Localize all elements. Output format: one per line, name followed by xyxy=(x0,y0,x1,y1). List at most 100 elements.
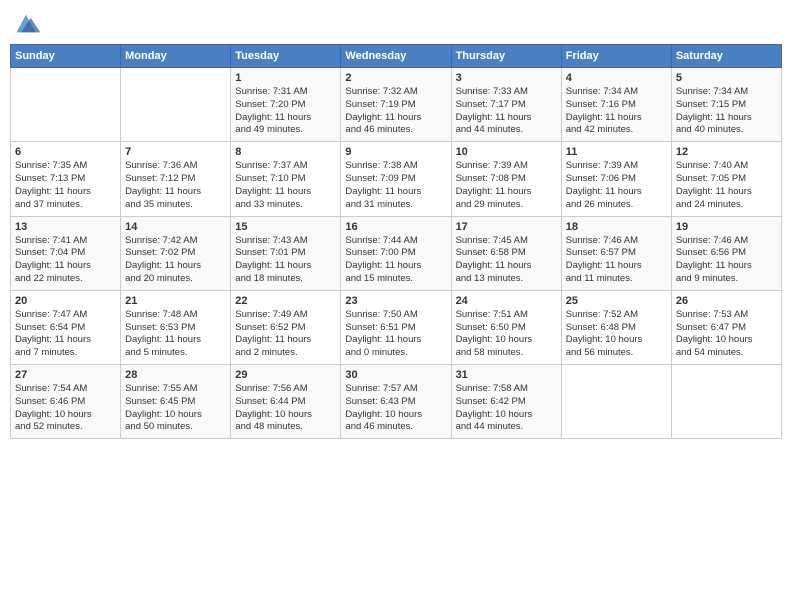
logo xyxy=(10,10,46,38)
cell-content: Sunrise: 7:46 AM Sunset: 6:57 PM Dayligh… xyxy=(566,235,667,286)
day-number: 6 xyxy=(15,146,116,158)
day-number: 29 xyxy=(235,369,336,381)
calendar-cell: 22 Sunrise: 7:49 AM Sunset: 6:52 PM Dayli… xyxy=(231,290,341,364)
calendar-cell: 21 Sunrise: 7:48 AM Sunset: 6:53 PM Dayli… xyxy=(121,290,231,364)
day-number: 20 xyxy=(15,295,116,307)
day-number: 30 xyxy=(345,369,446,381)
calendar-cell: 15 Sunrise: 7:43 AM Sunset: 7:01 PM Dayli… xyxy=(231,216,341,290)
day-number: 26 xyxy=(676,295,777,307)
day-header: Friday xyxy=(561,45,671,68)
calendar-cell xyxy=(561,365,671,439)
cell-content: Sunrise: 7:39 AM Sunset: 7:08 PM Dayligh… xyxy=(456,160,557,211)
calendar-cell: 23 Sunrise: 7:50 AM Sunset: 6:51 PM Dayli… xyxy=(341,290,451,364)
cell-content: Sunrise: 7:56 AM Sunset: 6:44 PM Dayligh… xyxy=(235,383,336,434)
day-header: Sunday xyxy=(11,45,121,68)
cell-content: Sunrise: 7:38 AM Sunset: 7:09 PM Dayligh… xyxy=(345,160,446,211)
cell-content: Sunrise: 7:55 AM Sunset: 6:45 PM Dayligh… xyxy=(125,383,226,434)
calendar-week-row: 27 Sunrise: 7:54 AM Sunset: 6:46 PM Dayli… xyxy=(11,365,782,439)
cell-content: Sunrise: 7:51 AM Sunset: 6:50 PM Dayligh… xyxy=(456,309,557,360)
calendar-week-row: 13Sunrise: 7:41 AM Sunset: 7:04 PM Dayli… xyxy=(11,216,782,290)
cell-content: Sunrise: 7:50 AM Sunset: 6:51 PM Dayligh… xyxy=(345,309,446,360)
day-number: 18 xyxy=(566,221,667,233)
cell-content: Sunrise: 7:35 AM Sunset: 7:13 PM Dayligh… xyxy=(15,160,116,211)
day-number: 11 xyxy=(566,146,667,158)
cell-content: Sunrise: 7:46 AM Sunset: 6:56 PM Dayligh… xyxy=(676,235,777,286)
cell-content: Sunrise: 7:39 AM Sunset: 7:06 PM Dayligh… xyxy=(566,160,667,211)
cell-content: Sunrise: 7:43 AM Sunset: 7:01 PM Dayligh… xyxy=(235,235,336,286)
cell-content: Sunrise: 7:44 AM Sunset: 7:00 PM Dayligh… xyxy=(345,235,446,286)
day-number: 31 xyxy=(456,369,557,381)
cell-content: Sunrise: 7:48 AM Sunset: 6:53 PM Dayligh… xyxy=(125,309,226,360)
day-number: 16 xyxy=(345,221,446,233)
calendar-cell: 19 Sunrise: 7:46 AM Sunset: 6:56 PM Dayli… xyxy=(671,216,781,290)
day-number: 27 xyxy=(15,369,116,381)
cell-content: Sunrise: 7:31 AM Sunset: 7:20 PM Dayligh… xyxy=(235,86,336,137)
day-header: Thursday xyxy=(451,45,561,68)
calendar-cell: 9 Sunrise: 7:38 AM Sunset: 7:09 PM Daylig… xyxy=(341,142,451,216)
calendar-cell: 6 Sunrise: 7:35 AM Sunset: 7:13 PM Daylig… xyxy=(11,142,121,216)
cell-content: Sunrise: 7:36 AM Sunset: 7:12 PM Dayligh… xyxy=(125,160,226,211)
day-number: 15 xyxy=(235,221,336,233)
cell-content: Sunrise: 7:42 AM Sunset: 7:02 PM Dayligh… xyxy=(125,235,226,286)
calendar-cell xyxy=(671,365,781,439)
calendar-cell: 12 Sunrise: 7:40 AM Sunset: 7:05 PM Dayli… xyxy=(671,142,781,216)
calendar-cell: 27 Sunrise: 7:54 AM Sunset: 6:46 PM Dayli… xyxy=(11,365,121,439)
day-number: 21 xyxy=(125,295,226,307)
logo-icon xyxy=(10,10,42,38)
cell-content: Sunrise: 7:54 AM Sunset: 6:46 PM Dayligh… xyxy=(15,383,116,434)
calendar-cell: 25 Sunrise: 7:52 AM Sunset: 6:48 PM Dayli… xyxy=(561,290,671,364)
day-number: 14 xyxy=(125,221,226,233)
day-header: Wednesday xyxy=(341,45,451,68)
header-row: SundayMondayTuesdayWednesdayThursdayFrid… xyxy=(11,45,782,68)
cell-content: Sunrise: 7:40 AM Sunset: 7:05 PM Dayligh… xyxy=(676,160,777,211)
calendar-cell: 3Sunrise: 7:33 AM Sunset: 7:17 PM Daylig… xyxy=(451,68,561,142)
calendar-cell: 5 Sunrise: 7:34 AM Sunset: 7:15 PM Daylig… xyxy=(671,68,781,142)
page-header xyxy=(10,10,782,38)
day-number: 4 xyxy=(566,72,667,84)
day-number: 12 xyxy=(676,146,777,158)
day-number: 22 xyxy=(235,295,336,307)
calendar-cell: 29 Sunrise: 7:56 AM Sunset: 6:44 PM Dayli… xyxy=(231,365,341,439)
cell-content: Sunrise: 7:53 AM Sunset: 6:47 PM Dayligh… xyxy=(676,309,777,360)
day-header: Saturday xyxy=(671,45,781,68)
day-number: 7 xyxy=(125,146,226,158)
calendar-cell: 8 Sunrise: 7:37 AM Sunset: 7:10 PM Daylig… xyxy=(231,142,341,216)
cell-content: Sunrise: 7:57 AM Sunset: 6:43 PM Dayligh… xyxy=(345,383,446,434)
calendar-week-row: 1 Sunrise: 7:31 AM Sunset: 7:20 PM Daylig… xyxy=(11,68,782,142)
calendar-cell: 31Sunrise: 7:58 AM Sunset: 6:42 PM Dayli… xyxy=(451,365,561,439)
calendar-cell: 30 Sunrise: 7:57 AM Sunset: 6:43 PM Dayli… xyxy=(341,365,451,439)
day-header: Tuesday xyxy=(231,45,341,68)
calendar-cell: 13Sunrise: 7:41 AM Sunset: 7:04 PM Dayli… xyxy=(11,216,121,290)
calendar-cell: 7 Sunrise: 7:36 AM Sunset: 7:12 PM Daylig… xyxy=(121,142,231,216)
calendar-cell: 11 Sunrise: 7:39 AM Sunset: 7:06 PM Dayli… xyxy=(561,142,671,216)
calendar-week-row: 20Sunrise: 7:47 AM Sunset: 6:54 PM Dayli… xyxy=(11,290,782,364)
calendar-cell: 20Sunrise: 7:47 AM Sunset: 6:54 PM Dayli… xyxy=(11,290,121,364)
calendar-week-row: 6 Sunrise: 7:35 AM Sunset: 7:13 PM Daylig… xyxy=(11,142,782,216)
day-number: 24 xyxy=(456,295,557,307)
day-header: Monday xyxy=(121,45,231,68)
day-number: 28 xyxy=(125,369,226,381)
day-number: 1 xyxy=(235,72,336,84)
day-number: 19 xyxy=(676,221,777,233)
cell-content: Sunrise: 7:32 AM Sunset: 7:19 PM Dayligh… xyxy=(345,86,446,137)
calendar-cell: 4Sunrise: 7:34 AM Sunset: 7:16 PM Daylig… xyxy=(561,68,671,142)
calendar-cell: 28 Sunrise: 7:55 AM Sunset: 6:45 PM Dayli… xyxy=(121,365,231,439)
calendar-cell: 16 Sunrise: 7:44 AM Sunset: 7:00 PM Dayli… xyxy=(341,216,451,290)
calendar-cell: 26 Sunrise: 7:53 AM Sunset: 6:47 PM Dayli… xyxy=(671,290,781,364)
cell-content: Sunrise: 7:49 AM Sunset: 6:52 PM Dayligh… xyxy=(235,309,336,360)
day-number: 8 xyxy=(235,146,336,158)
cell-content: Sunrise: 7:34 AM Sunset: 7:15 PM Dayligh… xyxy=(676,86,777,137)
calendar-cell xyxy=(11,68,121,142)
calendar-cell: 18 Sunrise: 7:46 AM Sunset: 6:57 PM Dayli… xyxy=(561,216,671,290)
day-number: 9 xyxy=(345,146,446,158)
day-number: 2 xyxy=(345,72,446,84)
day-number: 10 xyxy=(456,146,557,158)
cell-content: Sunrise: 7:52 AM Sunset: 6:48 PM Dayligh… xyxy=(566,309,667,360)
cell-content: Sunrise: 7:41 AM Sunset: 7:04 PM Dayligh… xyxy=(15,235,116,286)
day-number: 5 xyxy=(676,72,777,84)
day-number: 23 xyxy=(345,295,446,307)
day-number: 17 xyxy=(456,221,557,233)
calendar-cell xyxy=(121,68,231,142)
day-number: 25 xyxy=(566,295,667,307)
cell-content: Sunrise: 7:37 AM Sunset: 7:10 PM Dayligh… xyxy=(235,160,336,211)
